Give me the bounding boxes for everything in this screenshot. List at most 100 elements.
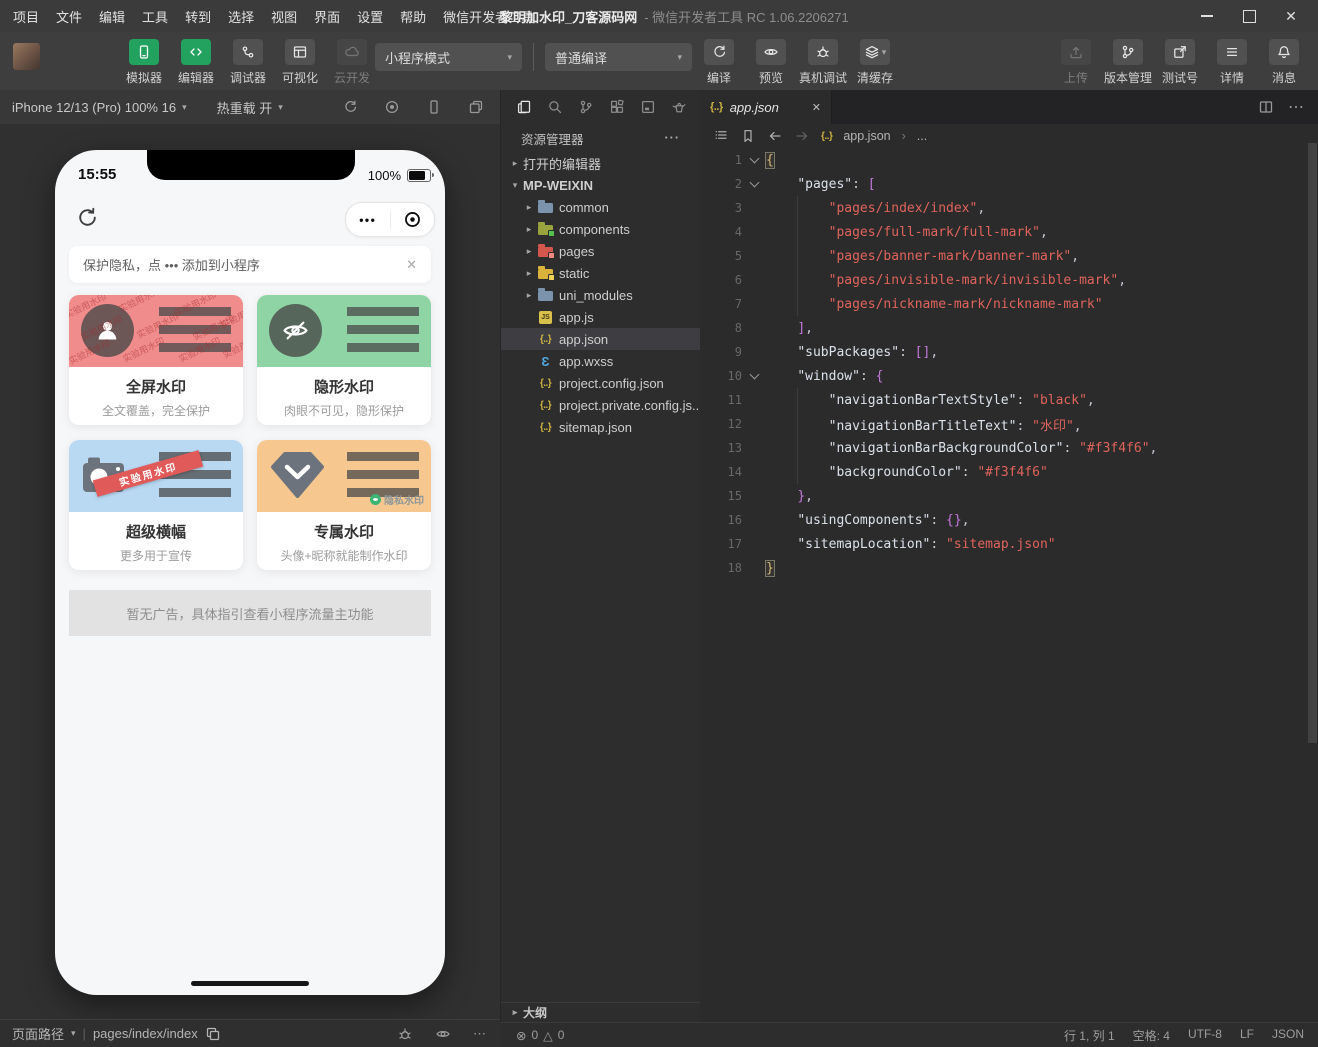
menu-item[interactable]: 项目 (13, 7, 39, 26)
arrow-left-icon[interactable] (767, 128, 783, 144)
device-select[interactable]: iPhone 12/13 (Pro) 100% 16 ▾ (12, 100, 187, 115)
code-line[interactable]: 14 "backgroundColor": "#f3f4f6" (700, 460, 1304, 484)
record-icon[interactable] (384, 99, 400, 115)
code-line[interactable]: 5 "pages/banner-mark/banner-mark", (700, 244, 1304, 268)
watermark-card[interactable]: 实验用水印 实验用水印 实验用水印 实验用水印 实验用水印 实验用水印 实验用水印 实验用水印… (69, 295, 243, 425)
multi-window-icon[interactable] (468, 99, 484, 115)
menu-item[interactable]: 界面 (314, 7, 340, 26)
code-line[interactable]: 1{ (700, 148, 1304, 172)
watermark-card[interactable]: 实验用水印 超级横幅 更多用于宣传 (69, 440, 243, 570)
menu-item[interactable]: 编辑 (99, 7, 125, 26)
watermark-card[interactable]: 隐私水印 专属水印 头像+昵称就能制作水印 (257, 440, 431, 570)
close-button[interactable]: ✕ (1270, 0, 1312, 32)
copy-icon[interactable] (205, 1026, 221, 1042)
tree-item[interactable]: ▸ pages (501, 240, 700, 262)
remote-debug-button[interactable]: 真机调试 (797, 39, 849, 86)
code-line[interactable]: 16 "usingComponents": {}, (700, 508, 1304, 532)
device-icon[interactable] (426, 99, 442, 115)
tree-item[interactable]: ▸ uni_modules (501, 284, 700, 306)
menu-item[interactable]: 设置 (357, 7, 383, 26)
tree-item[interactable]: {..} project.config.json (501, 372, 700, 394)
page-path-label[interactable]: 页面路径 (12, 1024, 64, 1043)
code-line[interactable]: 6 "pages/invisible-mark/invisible-mark", (700, 268, 1304, 292)
code-line[interactable]: 13 "navigationBarBackgroundColor": "#f3f… (700, 436, 1304, 460)
code-editor[interactable]: 1{2 "pages": [3 "pages/index/index", 4 "p… (700, 148, 1304, 1022)
tree-item[interactable]: {..} project.private.config.js... (501, 394, 700, 416)
preview-panel-icon[interactable] (640, 99, 656, 115)
simulator-toggle[interactable]: 模拟器 (118, 39, 170, 86)
tree-item[interactable]: JS app.js (501, 306, 700, 328)
mode-select[interactable]: 小程序模式 ▾ (375, 43, 522, 71)
capsule-menu[interactable]: ••• (345, 202, 435, 237)
code-line[interactable]: 7 "pages/nickname-mark/nickname-mark" (700, 292, 1304, 316)
code-line[interactable]: 4 "pages/full-mark/full-mark", (700, 220, 1304, 244)
code-line[interactable]: 3 "pages/index/index", (700, 196, 1304, 220)
tree-item[interactable]: ▸ 打开的编辑器 (501, 152, 700, 174)
cursor-position[interactable]: 行 1, 列 1 (1064, 1027, 1115, 1044)
source-control-icon[interactable] (578, 99, 594, 115)
tree-item[interactable]: {..} app.json (501, 328, 700, 350)
search-icon[interactable] (547, 99, 563, 115)
test-account-button[interactable]: 测试号 (1154, 39, 1206, 86)
fold-chevron-icon[interactable] (742, 177, 766, 188)
code-line[interactable]: 18} (700, 556, 1304, 580)
tree-item[interactable]: ▾ MP-WEIXIN (501, 174, 700, 196)
menu-item[interactable]: 文件 (56, 7, 82, 26)
encoding[interactable]: UTF-8 (1188, 1027, 1222, 1044)
code-line[interactable]: 11 "navigationBarTextStyle": "black", (700, 388, 1304, 412)
tree-item[interactable]: {..} sitemap.json (501, 416, 700, 438)
bookmark-icon[interactable] (740, 128, 756, 144)
fold-chevron-icon[interactable] (742, 153, 766, 164)
code-line[interactable]: 9 "subPackages": [], (700, 340, 1304, 364)
close-icon[interactable]: ✕ (406, 257, 417, 273)
minimize-button[interactable] (1186, 0, 1228, 32)
bug-icon[interactable] (397, 1026, 413, 1042)
minimize-target-icon[interactable] (391, 210, 435, 229)
files-icon[interactable] (516, 99, 532, 115)
more-menu-icon[interactable]: ••• (346, 213, 390, 227)
watermark-card[interactable]: 隐形水印 肉眼不可见，隐形保护 (257, 295, 431, 425)
breadcrumb-file[interactable]: app.json (843, 129, 890, 143)
language-mode[interactable]: JSON (1272, 1027, 1304, 1044)
breadcrumb-more[interactable]: ... (917, 129, 927, 143)
tree-item[interactable]: Ɛapp.wxss (501, 350, 700, 372)
menu-item[interactable]: 转到 (185, 7, 211, 26)
refresh-icon[interactable] (75, 205, 100, 230)
problems-summary[interactable]: ⊗ 0 △ 0 (516, 1028, 564, 1043)
cloud-dev-toggle[interactable]: 云开发 (326, 39, 378, 86)
indent-setting[interactable]: 空格: 4 (1133, 1027, 1170, 1044)
code-line[interactable]: 17 "sitemapLocation": "sitemap.json" (700, 532, 1304, 556)
menu-item[interactable]: 工具 (142, 7, 168, 26)
code-line[interactable]: 12 "navigationBarTitleText": "水印", (700, 412, 1304, 436)
visualization-toggle[interactable]: 可视化 (274, 39, 326, 86)
copy-icon-slot[interactable] (205, 1026, 221, 1042)
version-control-button[interactable]: 版本管理 (1102, 39, 1154, 86)
outline-section[interactable]: ▸ 大纲 (501, 1002, 700, 1022)
extensions-icon[interactable] (609, 99, 625, 115)
split-editor-icon[interactable] (1258, 99, 1274, 115)
clear-cache-button[interactable]: ▾ 清缓存 (849, 39, 901, 86)
outline-icon[interactable] (713, 128, 729, 144)
loop-icon[interactable] (342, 99, 358, 115)
tab-app-json[interactable]: {..} app.json ✕ (700, 90, 832, 124)
arrow-right-icon[interactable] (794, 128, 810, 144)
code-line[interactable]: 15 }, (700, 484, 1304, 508)
tree-item[interactable]: ▸ static (501, 262, 700, 284)
more-icon[interactable]: ⋯ (1288, 97, 1304, 117)
more-actions-icon[interactable]: ··· (665, 131, 701, 145)
tree-item[interactable]: ▸ common (501, 196, 700, 218)
messages-button[interactable]: 消息 (1258, 39, 1310, 86)
eye-icon[interactable] (435, 1026, 451, 1042)
avatar[interactable] (13, 43, 40, 70)
compile-button[interactable]: 编译 (693, 39, 745, 86)
menu-item[interactable]: 帮助 (400, 7, 426, 26)
close-tab-icon[interactable]: ✕ (812, 101, 821, 114)
maximize-button[interactable] (1228, 0, 1270, 32)
menu-item[interactable]: 视图 (271, 7, 297, 26)
code-line[interactable]: 10 "window": { (700, 364, 1304, 388)
details-button[interactable]: 详情 (1206, 39, 1258, 86)
preview-button[interactable]: 预览 (745, 39, 797, 86)
editor-toggle[interactable]: 编辑器 (170, 39, 222, 86)
code-line[interactable]: 2 "pages": [ (700, 172, 1304, 196)
eol-type[interactable]: LF (1240, 1027, 1254, 1044)
